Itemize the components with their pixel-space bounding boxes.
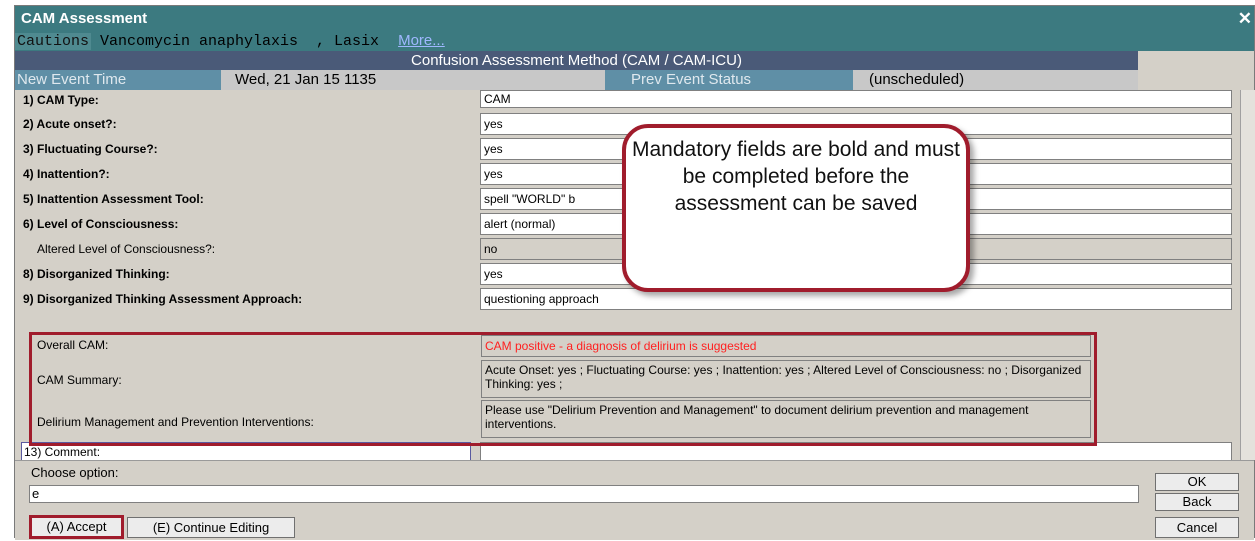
cautions-text: Vancomycin anaphylaxis , Lasix: [91, 33, 389, 50]
form-title: Confusion Assessment Method (CAM / CAM-I…: [15, 51, 1138, 70]
field-label: Altered Level of Consciousness?:: [37, 242, 216, 256]
cautions-bar: Cautions Vancomycin anaphylaxis , Lasix …: [15, 31, 1254, 51]
choose-option-label: Choose option:: [31, 465, 119, 480]
field-label: 13) Comment:: [24, 445, 101, 459]
ok-button[interactable]: OK: [1155, 473, 1239, 491]
event-row: New Event Time Wed, 21 Jan 15 1135 Prev …: [15, 70, 1138, 90]
window-title: CAM Assessment: [21, 10, 148, 27]
option-input[interactable]: e: [29, 485, 1139, 503]
summary-highlight-box: [29, 332, 1097, 446]
close-icon[interactable]: ✕: [1238, 6, 1252, 31]
back-button[interactable]: Back: [1155, 493, 1239, 511]
accept-button[interactable]: (A) Accept: [29, 515, 124, 539]
prev-event-status-value: (unscheduled): [853, 70, 1138, 90]
field-label: 1) CAM Type:: [23, 93, 99, 107]
option-panel: Choose option: e (A) Accept (E) Continue…: [15, 460, 1254, 540]
form-scrollbar[interactable]: [1240, 90, 1255, 460]
title-bar: CAM Assessment ✕: [15, 6, 1254, 31]
field-label: 6) Level of Consciousness:: [23, 217, 179, 231]
prev-event-status-label: Prev Event Status: [631, 71, 752, 88]
field-label: 2) Acute onset?:: [23, 117, 117, 131]
field-label: 9) Disorganized Thinking Assessment Appr…: [23, 292, 303, 306]
new-event-time-value: Wed, 21 Jan 15 1135: [221, 70, 605, 90]
field-label: 5) Inattention Assessment Tool:: [23, 192, 204, 206]
new-event-time-label: New Event Time: [17, 71, 127, 88]
more-link[interactable]: More...: [398, 32, 445, 49]
mandatory-fields-callout: Mandatory fields are bold and must be co…: [622, 124, 970, 292]
cam-assessment-window: CAM Assessment ✕ Cautions Vancomycin ana…: [14, 5, 1255, 540]
field-label: 4) Inattention?:: [23, 167, 110, 181]
field-label: 8) Disorganized Thinking:: [23, 267, 170, 281]
continue-editing-button[interactable]: (E) Continue Editing: [127, 517, 295, 538]
cam-type-field[interactable]: CAM: [480, 90, 1232, 108]
cancel-button[interactable]: Cancel: [1155, 517, 1239, 538]
field-label: 3) Fluctuating Course?:: [23, 142, 158, 156]
cautions-label: Cautions: [15, 33, 92, 50]
